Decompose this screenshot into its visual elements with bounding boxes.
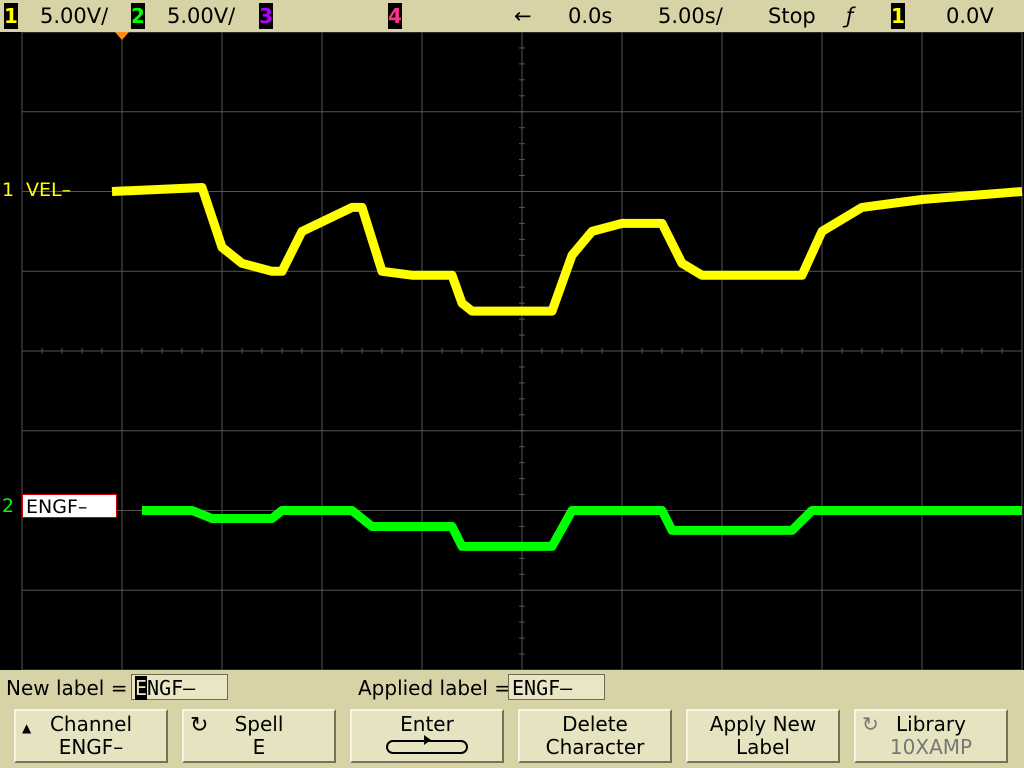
trace-vel [111,183,1023,316]
delay-arrow-icon: ← [514,4,532,28]
channel-softkey-label: Channel [49,712,133,736]
ch1-ground-marker: 1 [2,179,15,201]
channel-softkey-value: ENGF– [58,735,124,759]
library-softkey-value: 10XAMP [889,735,973,759]
enter-softkey[interactable]: Enter [350,709,504,763]
delete-character-softkey[interactable]: Delete Character [518,709,672,763]
ch2-indicator[interactable]: 2 [131,3,145,29]
applied-label-field: ENGF– [508,674,605,700]
ch3-indicator[interactable]: 3 [259,3,273,29]
trigger-level: 0.0V [946,4,994,28]
applied-label-caption: Applied label = [358,676,512,700]
trigger-source: 1 [891,3,905,29]
new-label-rest: NGF– [147,676,196,700]
spell-softkey[interactable]: ↻ Spell E [182,709,336,763]
ch1-indicator[interactable]: 1 [4,3,18,29]
channel-softkey[interactable]: ▲ Channel ENGF– [14,709,168,763]
waveform-display: 1 VEL– 2 ENGF– [0,32,1024,670]
ch2-scale: 5.00V/ [167,4,236,28]
apply-softkey-line1: Apply New [709,712,817,736]
run-state: Stop [768,4,816,28]
ch4-indicator[interactable]: 4 [388,3,402,29]
delay-readout: 0.0s [568,4,613,28]
ch2-trace-label: ENGF– [22,494,117,518]
new-label-field[interactable]: ENGF– [131,674,228,700]
delete-softkey-line1: Delete [562,712,628,736]
apply-new-label-softkey[interactable]: Apply New Label [686,709,840,763]
rotate-knob-icon: ↻ [190,713,209,738]
trace-engf [142,506,1022,551]
new-label-caption: New label = [6,676,128,700]
text-cursor: E [135,676,148,700]
ch1-scale: 5.00V/ [40,4,109,28]
waveform-plot [21,32,1023,670]
ch2-ground-marker: 2 [2,495,15,517]
timebase-readout: 5.00s/ [658,4,723,28]
ch1-trace-label: VEL– [26,179,72,201]
enter-arrow-icon [386,735,468,754]
enter-softkey-label: Enter [400,712,454,736]
delete-softkey-line2: Character [545,735,645,759]
trigger-position-marker [115,32,129,40]
apply-softkey-line2: Label [736,735,790,759]
softkey-bar: ▲ Channel ENGF– ↻ Spell E Enter Delete C… [0,706,1024,768]
label-bar: New label = ENGF– Applied label = ENGF– [0,670,1024,706]
spell-softkey-value: E [252,735,266,759]
rising-edge-icon: ƒ [846,4,854,28]
library-softkey[interactable]: ↻ Library 10XAMP [854,709,1008,763]
rotate-knob-icon: ↻ [862,712,879,736]
status-bar: 1 5.00V/ 2 5.00V/ 3 4 ← 0.0s 5.00s/ Stop… [0,0,1024,32]
triangle-up-icon: ▲ [22,721,32,735]
